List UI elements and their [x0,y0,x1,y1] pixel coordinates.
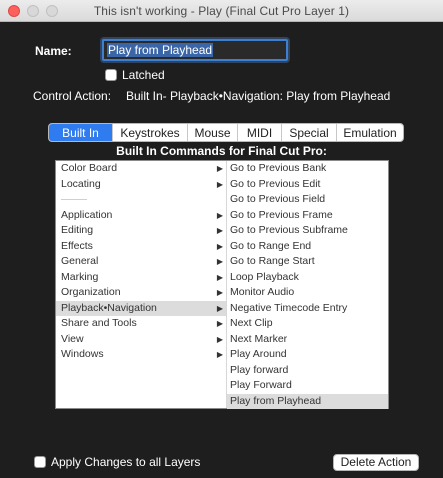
category-item[interactable]: Color Board ▶ [56,161,226,177]
command-item[interactable]: Go to Range End [227,239,388,255]
command-item[interactable]: Loop Playback [227,270,388,286]
tab-mouse[interactable]: Mouse [187,124,237,141]
command-item[interactable]: Play forward [227,363,388,379]
latched-label[interactable]: Latched [122,68,165,82]
command-item[interactable]: Play from Playhead [227,393,388,409]
category-item[interactable]: Organization ▶ [56,285,226,301]
category-label: View [61,332,84,345]
submenu-arrow-icon: ▶ [216,257,223,266]
category-label: Locating [61,177,101,190]
command-item[interactable]: Negative Timecode Entry [227,301,388,317]
command-list: Go to Previous Bank Go to Previous Edit Go… [226,161,388,409]
category-label: Playback•Navigation [61,301,157,314]
category-label: Share and Tools [61,317,137,329]
action-type-tabs: Built In Keystrokes Mouse MIDI Special E… [48,123,404,142]
tab-emulation[interactable]: Emulation [336,124,403,141]
window-title: This isn't working - Play (Final Cut Pro… [93,4,350,18]
category-list: Color Board ▶ Locating ▶ Application ▶ Editing… [56,161,226,408]
submenu-arrow-icon: ▶ [216,319,223,328]
submenu-arrow-icon: ▶ [216,334,223,344]
delete-action-button[interactable]: Delete Action [333,454,419,471]
category-label: Color Board [61,162,118,174]
category-item[interactable]: Effects ▶ [56,239,226,255]
submenu-arrow-icon: ▶ [216,164,223,173]
command-item[interactable]: Go to Previous Frame [227,208,388,224]
category-label: Marking [61,270,99,283]
submenu-arrow-icon: ▶ [216,350,223,359]
tab-built-in[interactable]: Built In [49,124,112,141]
submenu-arrow-icon: ▶ [216,288,223,297]
apply-to-all-layers-checkbox[interactable] [34,456,46,468]
category-item[interactable]: View ▶ [56,332,226,348]
category-item[interactable]: Playback•Navigation ▶ [56,300,226,316]
submenu-arrow-icon: ▶ [216,303,223,313]
commands-header: Built In Commands for Final Cut Pro: [116,144,327,158]
category-label: Windows [61,348,104,360]
category-item[interactable]: Locating ▶ [56,177,226,193]
commands-browser: Color Board ▶ Locating ▶ Application ▶ Editing… [55,160,389,409]
category-label: Organization [61,286,121,298]
command-item[interactable]: Go to Range Start [227,254,388,270]
name-input[interactable]: Play from Playhead [102,39,288,61]
action-editor-window: This isn't working - Play (Final Cut Pro… [0,0,443,478]
name-label: Name: [35,44,72,58]
control-action-value: Built In- Playback•Navigation: Play from… [126,89,391,103]
category-label: Effects [61,239,93,252]
tab-special[interactable]: Special [281,124,336,141]
tab-keystrokes[interactable]: Keystrokes [112,124,187,141]
category-item[interactable]: Editing ▶ [56,223,226,239]
tab-midi[interactable]: MIDI [237,124,281,141]
category-label: General [61,255,99,267]
category-label: Editing [61,224,94,236]
category-item[interactable]: General ▶ [56,254,226,270]
category-item[interactable]: Application ▶ [56,208,226,224]
category-item[interactable]: Marking ▶ [56,270,226,286]
submenu-arrow-icon: ▶ [216,226,223,235]
control-action-label: Control Action: [33,89,112,103]
command-item[interactable]: Next Clip [227,316,388,332]
latched-checkbox[interactable] [105,69,117,81]
title-bar[interactable]: This isn't working - Play (Final Cut Pro… [0,0,443,22]
submenu-arrow-icon: ▶ [216,241,223,251]
command-item[interactable]: Go to Previous Subframe [227,223,388,239]
command-item[interactable]: Go to Previous Bank [227,161,388,177]
submenu-arrow-icon: ▶ [216,272,223,282]
command-item[interactable]: Play Forward [227,378,388,394]
category-label: Application [61,208,113,221]
submenu-arrow-icon: ▶ [216,210,223,220]
submenu-arrow-icon: ▶ [216,179,223,189]
command-item[interactable]: Monitor Audio [227,285,388,301]
list-separator [56,192,226,208]
command-item[interactable]: Next Marker [227,332,388,348]
apply-to-all-layers-label[interactable]: Apply Changes to all Layers [51,455,200,469]
command-item[interactable]: Go to Previous Edit [227,177,388,193]
name-input-value: Play from Playhead [107,43,214,57]
category-item[interactable]: Share and Tools ▶ [56,316,226,332]
category-item[interactable]: Windows ▶ [56,347,226,363]
command-item[interactable]: Play Around [227,347,388,363]
command-item[interactable]: Go to Previous Field [227,192,388,208]
